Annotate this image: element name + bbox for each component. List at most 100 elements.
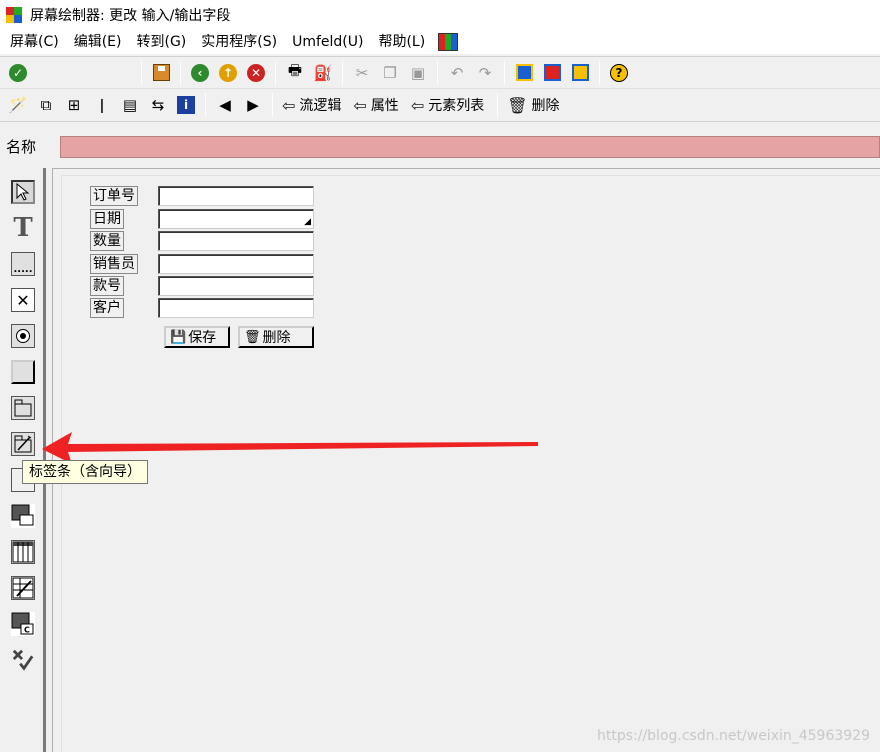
menu-edit[interactable]: 编辑(E) (68, 31, 128, 53)
menu-bar: 屏幕(C) 编辑(E) 转到(G) 实用程序(S) Umfeld(U) 帮助(L… (0, 30, 880, 54)
cut-icon[interactable]: ✂ (350, 61, 374, 85)
menu-environment[interactable]: Umfeld(U) (286, 31, 369, 53)
paste-icon[interactable]: ▣ (406, 61, 430, 85)
separator (275, 60, 276, 85)
help-icon[interactable]: ? (607, 61, 631, 85)
name-label: 名称 (6, 137, 37, 156)
menu-goto[interactable]: 转到(G) (130, 31, 192, 53)
input-date[interactable]: ◢ (158, 209, 314, 229)
label-style-number[interactable]: 款号 (90, 276, 124, 296)
menu-screen[interactable]: 屏幕(C) (4, 31, 65, 53)
pointer-icon[interactable]: ǀ (90, 93, 114, 117)
palette-table-wizard-button[interactable] (9, 574, 37, 602)
element-list-button[interactable]: ⇦ 元素列表 (407, 93, 488, 117)
hierarchy-icon[interactable]: ⊞ (62, 93, 86, 117)
label-customer[interactable]: 客户 (90, 298, 124, 318)
layout-window2-icon[interactable] (540, 61, 564, 85)
screen-icon[interactable]: ▤ (118, 93, 142, 117)
palette-select-button[interactable] (9, 178, 37, 206)
subscreen-icon (11, 504, 35, 528)
input-salesperson[interactable] (158, 254, 314, 274)
palette-table-control-button[interactable] (9, 538, 37, 566)
exit-icon[interactable]: ↑ (216, 61, 240, 85)
layout-window3-icon[interactable] (568, 61, 592, 85)
separator (497, 93, 499, 117)
palette-custom-control-button[interactable]: C (9, 610, 37, 638)
trash-icon: 🗑 (244, 329, 261, 345)
label-date[interactable]: 日期 (90, 209, 124, 229)
arrow-left-icon: ⇦ (410, 95, 425, 115)
element-icon[interactable]: ⇆ (146, 93, 170, 117)
separator (141, 60, 142, 85)
palette-pushbutton-button[interactable] (9, 358, 37, 386)
print-icon[interactable]: 🖶 (283, 61, 307, 85)
input-customer[interactable] (158, 298, 314, 318)
input-quantity[interactable] (158, 231, 314, 251)
radio-icon (11, 324, 35, 348)
save-icon[interactable] (149, 61, 173, 85)
separator (342, 60, 343, 85)
name-row: 名称 (0, 124, 880, 168)
palette-subscreen-button[interactable] (9, 502, 37, 530)
info-icon[interactable]: i (174, 93, 198, 117)
palette-input-field-button[interactable]: ..... (9, 250, 37, 278)
menu-utilities[interactable]: 实用程序(S) (195, 31, 283, 53)
arrow-left-icon: ⇦ (282, 95, 296, 115)
tooltip: 标签条（含向导） (22, 460, 148, 484)
back-icon[interactable]: ‹ (188, 61, 212, 85)
save-icon: 💾 (170, 329, 187, 345)
palette-checkbox-button[interactable]: ✕ (9, 286, 37, 314)
delete-toolbar-button[interactable]: 🗑 删除 (503, 93, 563, 117)
screen-painter-toolbar: 🪄 ⧉ ⊞ ǀ ▤ ⇆ i ◀ ▶ ⇦ 流逻辑 ⇦ 属性 ⇦ 元素列表 🗑 删除 (0, 88, 880, 122)
enter-icon[interactable]: ✓ (6, 61, 30, 85)
form-delete-label: 删除 (262, 330, 291, 346)
separator (180, 60, 181, 85)
checkbox-icon: ✕ (11, 288, 35, 312)
magic-wand-icon[interactable]: 🪄 (6, 93, 30, 117)
watermark: https://blog.csdn.net/weixin_45963929 (596, 728, 870, 744)
arrow-left-icon: ⇦ (353, 95, 367, 115)
flow-logic-button[interactable]: ⇦ 流逻辑 (278, 93, 345, 117)
label-quantity[interactable]: 数量 (90, 231, 124, 251)
input-order-number[interactable] (158, 186, 314, 206)
separator (272, 93, 273, 117)
copy-icon[interactable]: ❐ (378, 61, 402, 85)
input-field-icon: ..... (11, 252, 35, 276)
form-save-label: 保存 (188, 330, 217, 346)
undo-icon[interactable]: ↶ (445, 61, 469, 85)
find-icon[interactable]: ⛽ (311, 61, 335, 85)
attributes-button[interactable]: ⇦ 属性 (349, 93, 402, 117)
palette-radio-button[interactable] (9, 322, 37, 350)
svg-text:C: C (24, 626, 30, 635)
separator (437, 60, 438, 85)
cancel-icon[interactable]: ✕ (244, 61, 268, 85)
form-save-button[interactable]: 💾 保存 (164, 326, 230, 348)
palette-status-icon-button[interactable] (9, 646, 37, 674)
palette-text-button[interactable]: T (9, 213, 37, 243)
menu-help[interactable]: 帮助(L) (372, 31, 431, 53)
table-wizard-icon (11, 576, 35, 600)
tabstrip-icon (11, 396, 35, 420)
layout-color-icon[interactable] (438, 33, 459, 51)
label-order-number[interactable]: 订单号 (90, 186, 138, 206)
palette-tabstrip-button[interactable] (9, 394, 37, 422)
layout-window-icon[interactable] (512, 61, 536, 85)
command-field[interactable] (36, 61, 132, 85)
name-input[interactable] (60, 136, 880, 158)
next-icon[interactable]: ▶ (241, 93, 265, 117)
separator (599, 60, 600, 85)
pushbutton-icon (11, 360, 35, 384)
separator (504, 60, 505, 85)
previous-icon[interactable]: ◀ (213, 93, 237, 117)
form-delete-button[interactable]: 🗑 删除 (238, 326, 314, 348)
redo-icon[interactable]: ↷ (473, 61, 497, 85)
palette-tabstrip-wizard-button[interactable] (9, 430, 37, 458)
status-icon-icon (11, 648, 35, 672)
app-icon (6, 7, 22, 23)
label-salesperson[interactable]: 销售员 (90, 254, 138, 274)
separator (205, 93, 206, 117)
trash-icon: 🗑 (507, 95, 528, 115)
dictionary-fields-icon[interactable]: ⧉ (34, 93, 58, 117)
annotation-arrow (42, 432, 538, 464)
input-style-number[interactable] (158, 276, 314, 296)
